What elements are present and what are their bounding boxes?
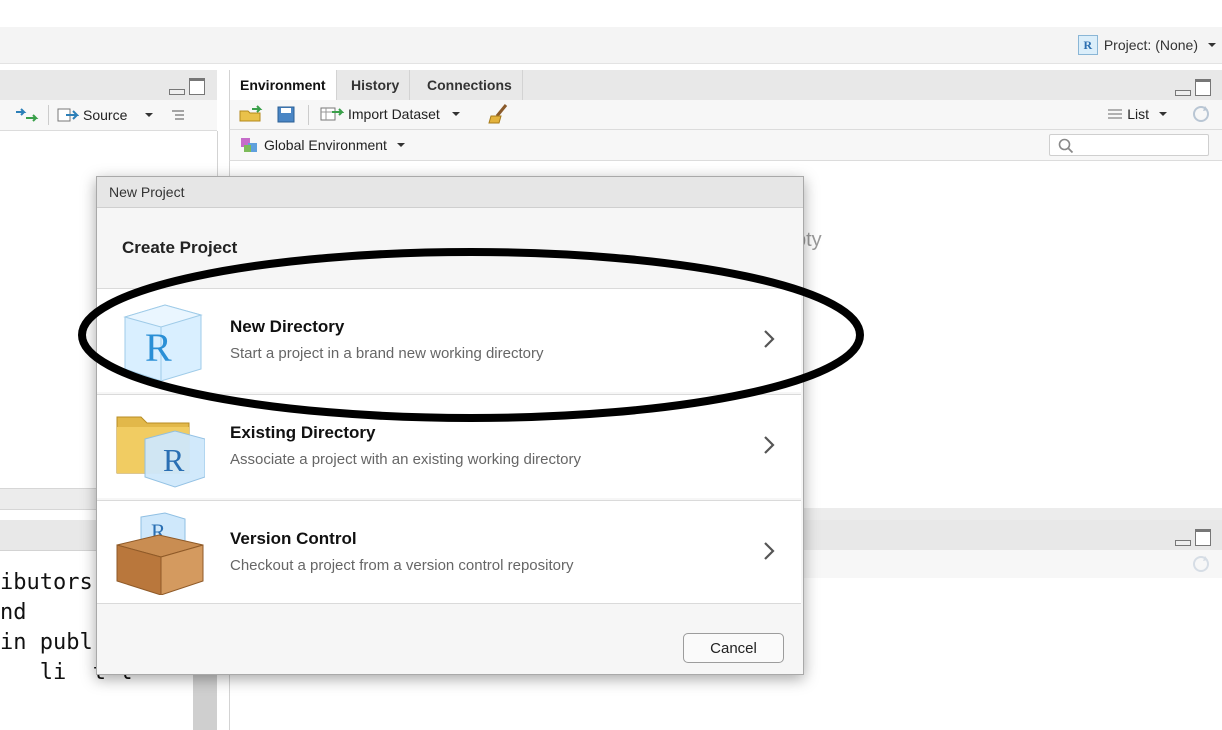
open-folder-icon[interactable] [238, 105, 264, 123]
option-existing-directory[interactable]: R Existing Directory Associate a project… [97, 394, 801, 498]
minimize-icon[interactable] [169, 89, 185, 95]
list-icon [1108, 109, 1123, 119]
source-icon [57, 108, 79, 122]
tab-connections[interactable]: Connections [417, 70, 523, 100]
tab-environment[interactable]: Environment [230, 70, 337, 100]
refresh-icon[interactable] [1191, 104, 1211, 124]
new-project-dialog: New Project Create Project R New Directo… [96, 176, 804, 675]
tab-history[interactable]: History [341, 70, 411, 100]
chevron-right-icon [764, 542, 775, 560]
maximize-icon[interactable] [1195, 79, 1211, 96]
project-menu-label: Project: (None) [1103, 37, 1198, 53]
environment-icon [241, 138, 257, 152]
maximize-icon[interactable] [1195, 529, 1211, 546]
svg-text:R: R [163, 442, 185, 478]
dialog-title: New Project [109, 184, 185, 200]
box-r-icon: R [116, 512, 204, 595]
chevron-down-icon [451, 112, 460, 116]
option-version-control[interactable]: R Version Control Checkout a project fro… [97, 500, 801, 604]
env-search-input[interactable] [1049, 134, 1209, 156]
env-toolbar: Import Dataset List [229, 100, 1222, 130]
pane-minmax[interactable] [169, 78, 205, 95]
svg-text:R: R [145, 325, 172, 370]
option-description: Checkout a project from a version contro… [230, 557, 574, 574]
environment-scope-menu[interactable]: Global Environment [240, 136, 405, 154]
chevron-right-icon [764, 436, 775, 454]
chevron-down-icon[interactable] [145, 113, 154, 117]
table-import-icon [320, 107, 344, 121]
maximize-icon[interactable] [189, 78, 205, 95]
minimize-icon[interactable] [1175, 90, 1191, 96]
folder-r-icon: R [116, 416, 205, 488]
tab-label: History [351, 77, 400, 93]
import-dataset-label: Import Dataset [348, 106, 440, 122]
pane-minmax[interactable] [1175, 79, 1211, 96]
option-title: New Directory [230, 317, 345, 336]
env-pane-header: Environment History Connections [229, 70, 1222, 101]
option-title: Existing Directory [230, 423, 376, 442]
chevron-down-icon [1208, 43, 1216, 47]
project-menu[interactable]: R Project: (None) [1077, 35, 1216, 55]
search-icon [1058, 138, 1074, 154]
chevron-down-icon [1159, 112, 1167, 116]
broom-icon[interactable] [488, 104, 510, 124]
pane-minmax[interactable] [1175, 529, 1211, 546]
toolbar-divider [48, 105, 49, 125]
scope-label: Global Environment [264, 137, 387, 153]
r-project-icon: R [1077, 35, 1098, 55]
source-label: Source [83, 107, 128, 123]
outline-icon[interactable] [171, 109, 185, 121]
option-description: Associate a project with an existing wor… [230, 451, 581, 468]
option-new-directory[interactable]: R New Directory Start a project in a bra… [97, 288, 801, 392]
source-button[interactable]: Source [57, 107, 154, 123]
save-icon[interactable] [277, 106, 295, 123]
toolbar-divider [308, 105, 309, 125]
source-toolbar: Source [0, 100, 217, 131]
cancel-button[interactable]: Cancel [683, 633, 784, 663]
chevron-right-icon [764, 330, 775, 348]
view-mode-menu[interactable]: List [1107, 106, 1167, 122]
refresh-icon[interactable] [1191, 554, 1211, 574]
project-bar [0, 27, 1222, 64]
run-arrows-icon[interactable] [14, 107, 40, 123]
source-pane-header [0, 70, 217, 101]
dialog-heading: Create Project [122, 238, 238, 257]
tab-label: Connections [427, 77, 512, 93]
tab-label: Environment [240, 77, 326, 93]
import-dataset-button[interactable]: Import Dataset [320, 106, 460, 122]
dialog-title-bar[interactable]: New Project [97, 177, 803, 208]
chevron-down-icon [396, 143, 405, 147]
r-cube-icon: R [123, 304, 203, 382]
option-description: Start a project in a brand new working d… [230, 345, 544, 362]
console-scrollbar[interactable] [193, 672, 217, 730]
minimize-icon[interactable] [1175, 540, 1191, 546]
view-mode-label: List [1127, 106, 1149, 122]
option-title: Version Control [230, 529, 357, 548]
